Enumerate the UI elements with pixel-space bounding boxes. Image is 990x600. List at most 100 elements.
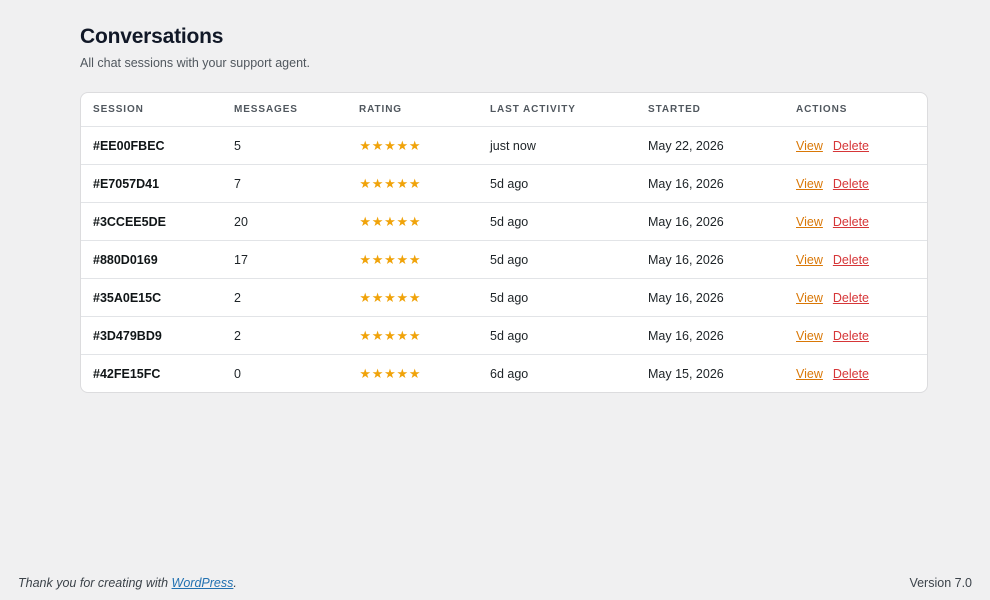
star-icon: ★ bbox=[359, 175, 372, 191]
started-date-cell: May 16, 2026 bbox=[636, 240, 784, 279]
delete-link[interactable]: Delete bbox=[833, 367, 869, 381]
star-icon: ★ bbox=[359, 289, 372, 305]
star-icon: ★ bbox=[408, 175, 421, 191]
rating-cell: ★ ★ ★ ★ ★ bbox=[347, 316, 478, 355]
star-icon: ★ bbox=[371, 365, 384, 381]
star-icon: ★ bbox=[408, 327, 421, 343]
admin-page: Conversations All chat sessions with you… bbox=[0, 0, 990, 600]
delete-link[interactable]: Delete bbox=[833, 253, 869, 267]
star-icon: ★ bbox=[408, 365, 421, 381]
star-icon: ★ bbox=[371, 289, 384, 305]
last-activity-cell: 5d ago bbox=[478, 164, 636, 203]
column-header-session: Session bbox=[81, 93, 222, 127]
star-rating: ★ ★ ★ ★ ★ bbox=[359, 139, 421, 152]
page-title: Conversations bbox=[80, 25, 224, 48]
delete-link[interactable]: Delete bbox=[833, 139, 869, 153]
messages-count-cell: 5 bbox=[222, 126, 347, 165]
messages-count-cell: 2 bbox=[222, 316, 347, 355]
view-link[interactable]: View bbox=[796, 291, 823, 305]
star-rating: ★ ★ ★ ★ ★ bbox=[359, 215, 421, 228]
table-row: #3D479BD9 2 ★ ★ ★ ★ ★ 5d ago May 16, 2026 View Del… bbox=[81, 316, 927, 355]
view-link[interactable]: View bbox=[796, 215, 823, 229]
star-icon: ★ bbox=[384, 175, 396, 191]
star-icon: ★ bbox=[371, 175, 384, 191]
star-icon: ★ bbox=[359, 327, 372, 343]
table-row: #35A0E15C 2 ★ ★ ★ ★ ★ 5d ago May 16, 2026 View Del… bbox=[81, 278, 927, 317]
star-icon: ★ bbox=[384, 327, 396, 343]
last-activity-cell: 5d ago bbox=[478, 278, 636, 317]
star-icon: ★ bbox=[359, 251, 372, 267]
rating-cell: ★ ★ ★ ★ ★ bbox=[347, 240, 478, 279]
rating-cell: ★ ★ ★ ★ ★ bbox=[347, 278, 478, 317]
star-rating: ★ ★ ★ ★ ★ bbox=[359, 177, 421, 190]
started-date-cell: May 16, 2026 bbox=[636, 164, 784, 203]
star-icon: ★ bbox=[396, 213, 409, 229]
view-link[interactable]: View bbox=[796, 253, 823, 267]
star-icon: ★ bbox=[396, 251, 409, 267]
table-row: #42FE15FC 0 ★ ★ ★ ★ ★ 6d ago May 15, 2026 View Del… bbox=[81, 355, 927, 393]
star-rating: ★ ★ ★ ★ ★ bbox=[359, 367, 421, 380]
session-id-cell: #35A0E15C bbox=[81, 278, 222, 317]
star-icon: ★ bbox=[396, 137, 409, 153]
messages-count-cell: 0 bbox=[234, 366, 241, 381]
star-icon: ★ bbox=[371, 213, 384, 229]
view-link[interactable]: View bbox=[796, 329, 823, 343]
table-header-row: Session Messages Rating Last Activity St… bbox=[81, 93, 927, 127]
column-header-last-activity: Last Activity bbox=[478, 93, 636, 127]
star-rating: ★ ★ ★ ★ ★ bbox=[359, 253, 421, 266]
actions-cell: View Delete bbox=[784, 240, 927, 279]
session-id-cell: #3CCEE5DE bbox=[81, 202, 222, 241]
actions-cell: View Delete bbox=[784, 316, 927, 355]
rating-cell: ★ ★ ★ ★ ★ bbox=[347, 355, 478, 393]
session-id-cell: #42FE15FC bbox=[93, 366, 161, 381]
actions-cell: View Delete bbox=[784, 355, 927, 393]
column-header-actions: Actions bbox=[784, 93, 927, 127]
star-icon: ★ bbox=[384, 137, 396, 153]
view-link[interactable]: View bbox=[796, 139, 823, 153]
session-id-cell: #EE00FBEC bbox=[81, 126, 222, 165]
star-icon: ★ bbox=[396, 175, 409, 191]
last-activity-cell: 5d ago bbox=[478, 240, 636, 279]
last-activity-cell: 5d ago bbox=[478, 316, 636, 355]
star-icon: ★ bbox=[384, 365, 396, 381]
actions-cell: View Delete bbox=[784, 164, 927, 203]
rating-cell: ★ ★ ★ ★ ★ bbox=[347, 202, 478, 241]
messages-count-cell: 2 bbox=[222, 278, 347, 317]
session-id-cell: #3D479BD9 bbox=[81, 316, 222, 355]
table-body: #EE00FBEC 5 ★ ★ ★ ★ ★ just now May 22, 2026 View D… bbox=[81, 126, 927, 393]
star-icon: ★ bbox=[396, 327, 409, 343]
column-header-rating: Rating bbox=[347, 93, 478, 127]
delete-link[interactable]: Delete bbox=[833, 215, 869, 229]
star-rating: ★ ★ ★ ★ ★ bbox=[359, 291, 421, 304]
star-icon: ★ bbox=[384, 251, 396, 267]
table-row: #E7057D41 7 ★ ★ ★ ★ ★ 5d ago May 16, 2026 View Del… bbox=[81, 164, 927, 203]
table-row: #3CCEE5DE 20 ★ ★ ★ ★ ★ 5d ago May 16, 2026 View De… bbox=[81, 202, 927, 241]
last-activity-cell: 6d ago bbox=[490, 366, 529, 381]
actions-cell: View Delete bbox=[784, 126, 927, 165]
table-row: #880D0169 17 ★ ★ ★ ★ ★ 5d ago May 16, 2026 View De… bbox=[81, 240, 927, 279]
delete-link[interactable]: Delete bbox=[833, 177, 869, 191]
delete-link[interactable]: Delete bbox=[833, 291, 869, 305]
star-icon: ★ bbox=[359, 137, 372, 153]
star-icon: ★ bbox=[371, 137, 384, 153]
star-icon: ★ bbox=[408, 137, 421, 153]
messages-count-cell: 20 bbox=[222, 202, 347, 241]
wordpress-link[interactable]: WordPress bbox=[172, 576, 234, 590]
view-link[interactable]: View bbox=[796, 177, 823, 191]
rating-cell: ★ ★ ★ ★ ★ bbox=[347, 126, 478, 165]
footer-thanks: Thank you for creating with WordPress. bbox=[18, 576, 237, 590]
star-icon: ★ bbox=[408, 251, 421, 267]
star-icon: ★ bbox=[408, 213, 421, 229]
view-link[interactable]: View bbox=[796, 367, 823, 381]
star-icon: ★ bbox=[371, 251, 384, 267]
actions-cell: View Delete bbox=[784, 202, 927, 241]
last-activity-cell: just now bbox=[478, 126, 636, 165]
started-date-cell: May 16, 2026 bbox=[636, 316, 784, 355]
delete-link[interactable]: Delete bbox=[833, 329, 869, 343]
column-header-messages: Messages bbox=[222, 93, 347, 127]
footer-thanks-prefix: Thank you for creating with bbox=[18, 576, 172, 590]
main-content: Conversations All chat sessions with you… bbox=[80, 22, 928, 393]
messages-count-cell: 7 bbox=[222, 164, 347, 203]
star-icon: ★ bbox=[371, 327, 384, 343]
star-icon: ★ bbox=[408, 289, 421, 305]
